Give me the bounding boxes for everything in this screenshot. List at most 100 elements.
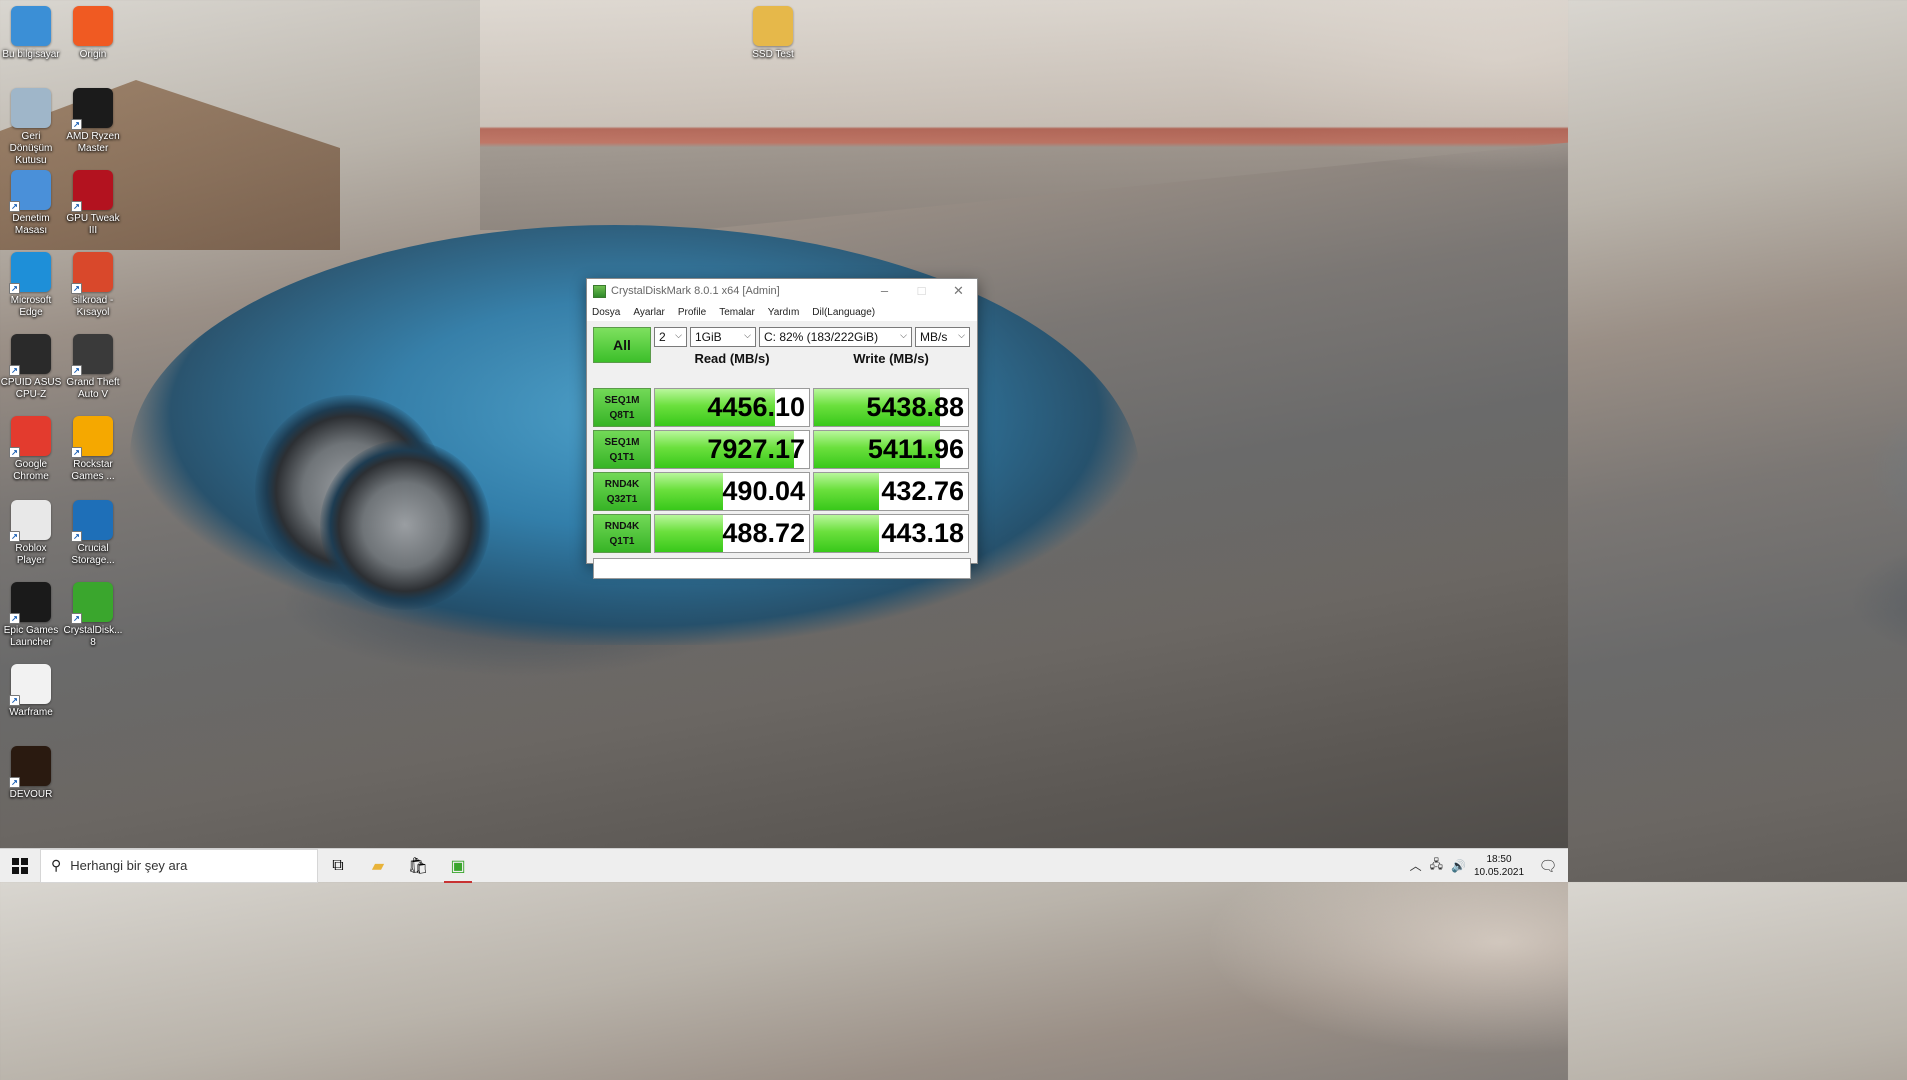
menu-profile[interactable]: Profile [678, 307, 706, 318]
taskbar: ⚲ Herhangi bir şey ara ⧉ ▰ 🛍 ▣ ︿ 🖧 🔊 18:… [0, 848, 1568, 883]
windows-logo-icon [12, 857, 28, 874]
read-header: Read (MB/s) [694, 351, 770, 366]
search-placeholder: Herhangi bir şey ara [70, 858, 188, 873]
gta-icon: ↗ [71, 334, 113, 376]
crystaldisk-taskbar-button[interactable]: ▣ [438, 849, 478, 883]
start-button[interactable] [0, 849, 40, 883]
crucial-icon: ↗ [71, 500, 113, 542]
task-view-button[interactable]: ⧉ [318, 849, 358, 883]
write-value: 443.18 [881, 518, 964, 548]
clock[interactable]: 18:50 10.05.2021 [1470, 853, 1528, 879]
desktop-icon-roblox[interactable]: ↗ Roblox Player [0, 500, 62, 567]
count-select[interactable]: 2 ⌵ [654, 327, 687, 347]
desktop-icon-warframe[interactable]: ↗ Warframe [0, 664, 62, 719]
menu-dosya[interactable]: Dosya [592, 307, 620, 318]
desktop-icon-label: Denetim Masası [12, 213, 50, 236]
menu-language[interactable]: Dil(Language) [812, 307, 875, 318]
shortcut-arrow-icon: ↗ [9, 201, 20, 212]
chevron-down-icon: ⌵ [675, 330, 682, 340]
test-button[interactable]: RND4K Q1T1 [593, 514, 651, 553]
menubar: Dosya Ayarlar Profile Temalar Yardım Dil… [587, 303, 977, 321]
read-value: 7927.17 [707, 434, 805, 464]
write-result: 5411.96 [813, 430, 969, 469]
desktop-icon-epic-games[interactable]: ↗ Epic Games Launcher [0, 582, 62, 649]
menu-temalar[interactable]: Temalar [719, 307, 755, 318]
taskbar-search[interactable]: ⚲ Herhangi bir şey ara [40, 848, 318, 883]
test-button[interactable]: RND4K Q32T1 [593, 472, 651, 511]
drive-select[interactable]: C: 82% (183/222GiB) ⌵ [759, 327, 912, 347]
desktop-icon-origin[interactable]: Origin [62, 6, 124, 61]
test-queue: Q8T1 [609, 409, 635, 421]
epic-games-icon: ↗ [9, 582, 51, 624]
desktop-icon-label: DEVOUR [9, 789, 53, 800]
desktop-icon-crystaldisk[interactable]: ↗ CrystalDisk... 8 [62, 582, 124, 649]
desktop-icon-label: Bu bilgisayar [2, 49, 60, 60]
close-button[interactable]: ✕ [940, 283, 977, 299]
read-value: 490.04 [722, 476, 805, 506]
desktop-icon-recycle-bin[interactable]: Geri Dönüşüm Kutusu [0, 88, 62, 167]
read-value: 4456.10 [707, 392, 805, 422]
menu-yardim[interactable]: Yardım [768, 307, 800, 318]
write-bar [814, 515, 879, 552]
comment-input[interactable] [593, 558, 971, 579]
chevron-down-icon: ⌵ [958, 330, 965, 340]
write-value: 5438.88 [866, 392, 964, 422]
folder-icon [753, 6, 793, 46]
test-button[interactable]: SEQ1M Q8T1 [593, 388, 651, 427]
read-value: 488.72 [722, 518, 805, 548]
shortcut-arrow-icon: ↗ [9, 365, 20, 376]
chevron-up-icon[interactable]: ︿ [1410, 857, 1422, 874]
minimize-button[interactable]: – [866, 283, 903, 299]
table-row: SEQ1M Q1T1 7927.17 5411.96 [593, 430, 971, 469]
test-queue: Q1T1 [609, 451, 635, 463]
test-name: RND4K [604, 478, 640, 490]
test-queue: Q32T1 [606, 493, 638, 505]
write-bar [814, 473, 879, 510]
results-table: SEQ1M Q8T1 4456.10 5438.88 SEQ1M Q1T1 7927.17 5… [593, 388, 971, 553]
desktop-icon-silkroad[interactable]: ↗ silkroad - Kısayol [62, 252, 124, 319]
desktop-icon-devour[interactable]: ↗ DEVOUR [0, 746, 62, 801]
desktop-icon-gta[interactable]: ↗ Grand Theft Auto V [62, 334, 124, 401]
shortcut-arrow-icon: ↗ [71, 613, 82, 624]
menu-ayarlar[interactable]: Ayarlar [633, 307, 665, 318]
warframe-icon: ↗ [9, 664, 51, 706]
desktop-icon-crucial[interactable]: ↗ Crucial Storage... [62, 500, 124, 567]
desktop-icon-folder[interactable]: SSD Test [742, 6, 804, 61]
test-button[interactable]: SEQ1M Q1T1 [593, 430, 651, 469]
benchmark-panel: All 2 ⌵ 1GiB ⌵ C: 82% (183/222GiB) ⌵ MB/… [587, 321, 977, 579]
origin-icon [73, 6, 113, 46]
drive-value: C: 82% (183/222GiB) [764, 330, 879, 344]
size-select[interactable]: 1GiB ⌵ [690, 327, 756, 347]
unit-select[interactable]: MB/s ⌵ [915, 327, 970, 347]
shortcut-arrow-icon: ↗ [9, 695, 20, 706]
write-header: Write (MB/s) [853, 351, 929, 366]
desktop-icon-edge[interactable]: ↗ Microsoft Edge [0, 252, 62, 319]
desktop-icon-control-panel[interactable]: ↗ Denetim Masası [0, 170, 62, 237]
crystaldiskmark-window[interactable]: CrystalDiskMark 8.0.1 x64 [Admin] – □ ✕ … [586, 278, 978, 579]
desktop-icon-gpu-tweak[interactable]: ↗ GPU Tweak III [62, 170, 124, 237]
chrome-icon: ↗ [9, 416, 51, 458]
maximize-button[interactable]: □ [903, 283, 940, 299]
desktop-icon-ryzen-master[interactable]: ↗ AMD Ryzen Master [62, 88, 124, 155]
network-icon[interactable]: 🖧 [1430, 855, 1443, 876]
window-titlebar[interactable]: CrystalDiskMark 8.0.1 x64 [Admin] – □ ✕ [587, 279, 977, 303]
desktop-icon-rockstar[interactable]: ↗ Rockstar Games ... [62, 416, 124, 483]
desktop-icon-label: silkroad - Kısayol [72, 295, 114, 318]
ryzen-master-icon: ↗ [71, 88, 113, 130]
volume-icon[interactable]: 🔊 [1451, 859, 1466, 873]
desktop-icon-label: Epic Games Launcher [3, 625, 59, 648]
all-button[interactable]: All [593, 327, 651, 363]
read-result: 488.72 [654, 514, 810, 553]
shortcut-arrow-icon: ↗ [71, 201, 82, 212]
desktop-icon-computer[interactable]: Bu bilgisayar [0, 6, 62, 61]
shortcut-arrow-icon: ↗ [71, 365, 82, 376]
write-result: 432.76 [813, 472, 969, 511]
store-button[interactable]: 🛍 [398, 849, 438, 883]
notification-icon[interactable]: 🗨 [1528, 857, 1568, 875]
wallpaper-wheel-front [320, 440, 490, 610]
write-result: 5438.88 [813, 388, 969, 427]
desktop-icon-cpuz[interactable]: ↗ CPUID ASUS CPU-Z [0, 334, 62, 401]
desktop-icon-label: Roblox Player [15, 543, 47, 566]
desktop-icon-chrome[interactable]: ↗ Google Chrome [0, 416, 62, 483]
file-explorer-button[interactable]: ▰ [358, 849, 398, 883]
